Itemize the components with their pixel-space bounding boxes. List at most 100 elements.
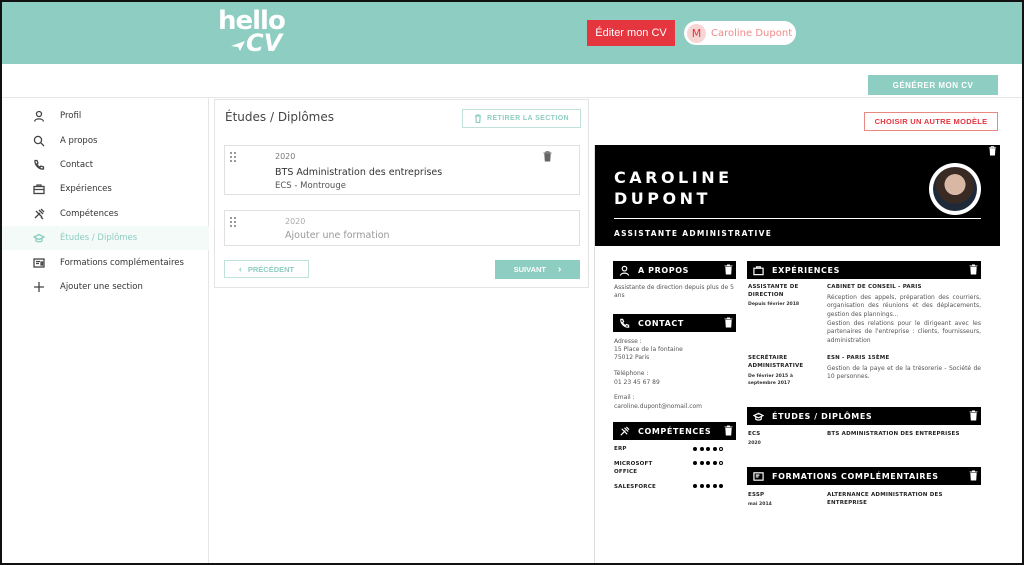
- cv-section-about[interactable]: A PROPOS: [613, 261, 736, 279]
- skill-level-rating: [693, 447, 723, 451]
- phone-icon: [619, 318, 630, 329]
- briefcase-icon: [753, 265, 764, 276]
- experience-company: ESN - PARIS 15ÈME: [827, 355, 890, 361]
- experience-role: SECRÉTAIRE ADMINISTRATIVE: [748, 355, 804, 369]
- cv-section-trainings[interactable]: FORMATIONS COMPLÉMENTAIRES: [747, 467, 981, 485]
- trash-icon[interactable]: [969, 264, 978, 275]
- user-name: Caroline Dupont: [711, 27, 793, 39]
- avatar: M: [687, 23, 706, 43]
- sidebar-item-formations[interactable]: Formations complémentaires: [2, 251, 209, 275]
- action-bar: GÉNÉRER MON CV: [2, 64, 1022, 98]
- skill-dot-filled: [693, 484, 697, 488]
- sidebar-item-experiences[interactable]: Expériences: [2, 177, 209, 201]
- sidebar-item-competences[interactable]: Compétences: [2, 202, 209, 226]
- choose-template-button[interactable]: CHOISIR UN AUTRE MODÈLE: [864, 112, 998, 131]
- section-title: Études / Diplômes: [225, 110, 335, 124]
- experience-date: De février 2015 à septembre 2017: [748, 374, 793, 386]
- skill-dot-filled: [699, 447, 704, 451]
- experience-date: Depuis février 2018: [748, 302, 800, 307]
- experience-role: ASSISTANTE DE DIRECTION: [748, 284, 799, 298]
- skill-dot-empty: [719, 447, 723, 451]
- entry-school: ECS - Montrouge: [275, 181, 346, 191]
- skill-dot-empty: [719, 461, 723, 465]
- cv-header: CAROLINE DUPONT ASSISTANTE ADMINISTRATIV…: [595, 145, 1000, 246]
- skill-dot-filled: [699, 484, 704, 488]
- experience-company: CABINET DE CONSEIL - PARIS: [827, 284, 922, 290]
- tools-icon: [32, 207, 46, 221]
- cv-section-skills[interactable]: COMPÉTENCES: [613, 422, 736, 440]
- cv-job-title: ASSISTANTE ADMINISTRATIVE: [614, 229, 773, 238]
- sidebar-item-etudes[interactable]: Études / Diplômes: [2, 226, 209, 250]
- entry-year: 2020: [275, 152, 296, 161]
- certificate-icon: [32, 256, 46, 270]
- education-title: BTS ADMINISTRATION DES ENTREPRISES: [827, 431, 960, 437]
- paper-plane-icon: [231, 41, 245, 51]
- cv-section-contact[interactable]: CONTACT: [613, 314, 736, 332]
- search-icon: [32, 134, 46, 148]
- chevron-right-icon: ›: [558, 264, 562, 275]
- sidebar-item-contact[interactable]: Contact: [2, 153, 209, 177]
- skill-dot-filled: [712, 461, 717, 465]
- add-education-entry[interactable]: 2020 Ajouter une formation: [224, 210, 580, 246]
- experience-description: Gestion des relations pour le dirigeant …: [827, 320, 981, 344]
- new-entry-title: Ajouter une formation: [285, 230, 390, 241]
- previous-button[interactable]: ‹ PRÉCÉDENT: [224, 260, 309, 278]
- sidebar: Profil A propos Contact Expériences Comp…: [2, 98, 209, 563]
- profile-photo[interactable]: [929, 163, 981, 215]
- training-title: ALTERNANCE ADMINISTRATION DES ENTREPRISE: [827, 492, 943, 506]
- cv-name: CAROLINE DUPONT: [614, 168, 733, 208]
- chevron-left-icon: ‹: [238, 264, 242, 274]
- training-date: mai 2014: [748, 502, 772, 507]
- trash-icon[interactable]: [724, 425, 733, 436]
- sidebar-item-profil[interactable]: Profil: [2, 104, 209, 128]
- sidebar-item-a-propos[interactable]: A propos: [2, 129, 209, 153]
- education-school: ECS: [748, 431, 761, 437]
- skill-name: MICROSOFT OFFICE: [614, 461, 653, 475]
- skill-dot-filled: [719, 484, 723, 488]
- trash-icon: [475, 114, 481, 123]
- sidebar-item-add-section[interactable]: Ajouter une section: [2, 275, 209, 299]
- trash-icon[interactable]: [724, 264, 733, 275]
- user-menu[interactable]: M Caroline Dupont: [684, 21, 796, 45]
- delete-entry-icon[interactable]: [543, 151, 552, 162]
- drag-handle-icon[interactable]: [230, 217, 237, 227]
- about-text: Assistante de direction depuis plus de 5…: [614, 284, 734, 300]
- education-entry[interactable]: 2020 BTS Administration des entreprises …: [224, 145, 580, 195]
- skill-level-rating: [693, 484, 723, 488]
- experience-description: Réception des appels, préparation des co…: [827, 294, 981, 318]
- contact-email: caroline.dupont@nomail.com: [614, 403, 703, 410]
- skill-dot-filled: [706, 484, 710, 488]
- new-entry-year: 2020: [285, 217, 306, 226]
- skill-dot-filled: [712, 447, 717, 451]
- tools-icon: [619, 425, 630, 437]
- phone-icon: [32, 158, 46, 172]
- education-editor-panel: Études / Diplômes RETIRER LA SECTION 202…: [214, 99, 589, 288]
- top-bar: hello CV Éditer mon CV M Caroline Dupont: [2, 2, 1022, 64]
- training-school: ESSP: [748, 492, 765, 498]
- delete-header-icon[interactable]: [988, 146, 997, 156]
- trash-icon[interactable]: [969, 470, 978, 481]
- entry-title: BTS Administration des entreprises: [275, 167, 443, 178]
- skill-dot-filled: [706, 461, 710, 465]
- trash-icon[interactable]: [969, 410, 978, 421]
- certificate-icon: [753, 471, 764, 482]
- graduation-icon: [752, 411, 765, 422]
- cv-section-education[interactable]: ÉTUDES / DIPLÔMES: [747, 407, 981, 425]
- skill-name: SALESFORCE: [614, 484, 656, 490]
- trash-icon[interactable]: [724, 317, 733, 328]
- generate-cv-button[interactable]: GÉNÉRER MON CV: [868, 75, 998, 95]
- edit-cv-button[interactable]: Éditer mon CV: [587, 20, 675, 46]
- app-window: hello CV Éditer mon CV M Caroline Dupont…: [0, 0, 1024, 565]
- skill-dot-filled: [706, 447, 710, 451]
- skill-name: ERP: [614, 446, 627, 452]
- skill-dot-filled: [693, 447, 697, 451]
- cv-section-experiences[interactable]: EXPÉRIENCES: [747, 261, 981, 279]
- next-button[interactable]: SUIVANT ›: [495, 260, 580, 279]
- skill-level-rating: [693, 461, 723, 465]
- drag-handle-icon[interactable]: [230, 152, 237, 162]
- hellocv-logo[interactable]: hello CV: [218, 8, 286, 55]
- skill-dot-filled: [693, 461, 697, 465]
- cv-preview: CAROLINE DUPONT ASSISTANTE ADMINISTRATIV…: [594, 145, 1000, 563]
- skill-dot-filled: [699, 461, 704, 465]
- remove-section-button[interactable]: RETIRER LA SECTION: [462, 109, 581, 128]
